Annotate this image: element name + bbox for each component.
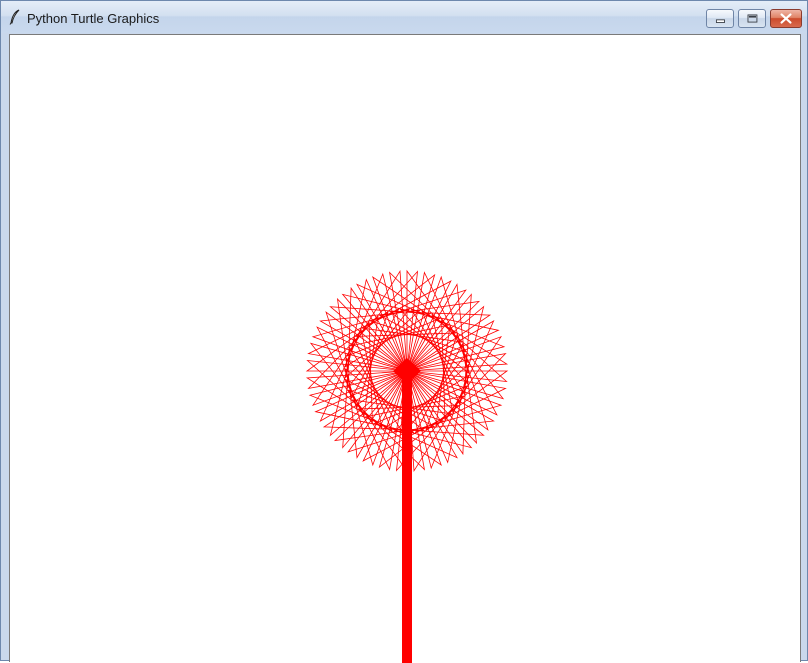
feather-icon — [9, 9, 20, 25]
turtle-canvas-area — [9, 34, 801, 663]
turtle-canvas — [305, 269, 509, 663]
maximize-button[interactable] — [738, 9, 766, 28]
window-title: Python Turtle Graphics — [27, 11, 160, 26]
close-icon — [780, 13, 792, 24]
flower-stem — [402, 371, 412, 663]
minimize-icon — [715, 19, 725, 23]
turtle-window: Python Turtle Graphics — [0, 0, 808, 663]
close-button[interactable] — [770, 9, 802, 28]
maximize-icon — [747, 14, 758, 23]
title-bar[interactable]: Python Turtle Graphics — [1, 1, 807, 33]
minimize-button[interactable] — [706, 9, 734, 28]
